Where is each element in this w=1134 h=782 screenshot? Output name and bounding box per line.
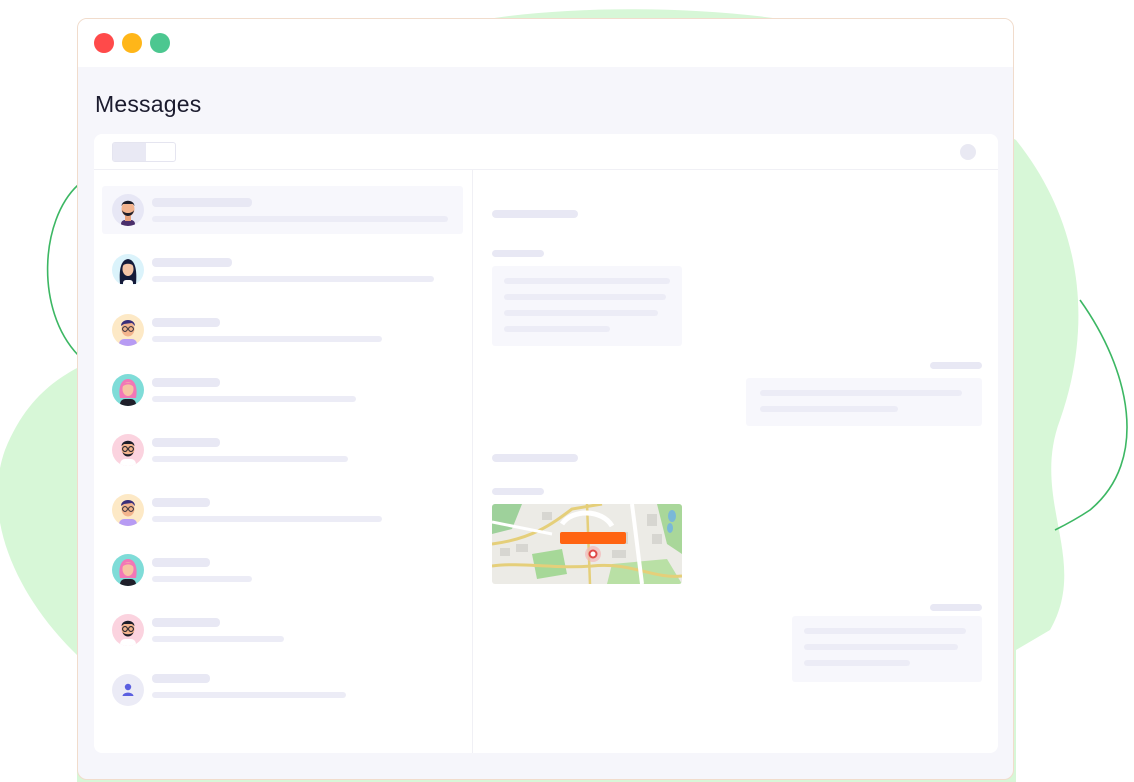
message-line-placeholder — [804, 628, 966, 634]
sender-name-placeholder — [492, 210, 578, 218]
contact-name-placeholder — [152, 674, 210, 683]
contact-name-placeholder — [152, 318, 220, 327]
close-icon[interactable] — [94, 33, 114, 53]
conversation-item[interactable] — [102, 486, 463, 534]
panel-toolbar — [94, 134, 998, 170]
message-preview-placeholder — [152, 396, 356, 402]
message-line-placeholder — [504, 310, 658, 316]
message-line-placeholder — [504, 294, 666, 300]
contact-name-placeholder — [152, 438, 220, 447]
outgoing-message-bubble[interactable] — [792, 616, 982, 682]
conversation-item[interactable] — [102, 606, 463, 654]
conversation-item[interactable] — [102, 426, 463, 474]
app-window: Messages — [77, 18, 1014, 780]
window-titlebar — [78, 19, 1013, 67]
conversation-item[interactable] — [102, 546, 463, 594]
conversation-item[interactable] — [102, 186, 463, 234]
contact-name-placeholder — [152, 618, 220, 627]
man-glasses-purple-avatar — [112, 314, 144, 346]
sender-name-placeholder — [492, 454, 578, 462]
minimize-icon[interactable] — [122, 33, 142, 53]
timestamp-placeholder — [930, 362, 982, 369]
conversation-item[interactable] — [102, 366, 463, 414]
user-placeholder-avatar — [112, 674, 144, 706]
message-preview-placeholder — [152, 692, 346, 698]
man-glasses-beard-avatar — [112, 614, 144, 646]
location-pin-icon — [589, 550, 597, 558]
man-beard-avatar — [112, 194, 144, 226]
man-glasses-purple-avatar — [112, 494, 144, 526]
conversation-item[interactable] — [102, 666, 463, 714]
contact-name-placeholder — [152, 558, 210, 567]
message-preview-placeholder — [152, 636, 284, 642]
message-line-placeholder — [804, 660, 910, 666]
conversation-item[interactable] — [102, 306, 463, 354]
message-preview-placeholder — [152, 576, 252, 582]
contact-name-placeholder — [152, 378, 220, 387]
message-preview-placeholder — [152, 216, 448, 222]
man-glasses-beard-avatar — [112, 434, 144, 466]
messages-panel — [94, 134, 998, 753]
contact-name-placeholder — [152, 198, 252, 207]
timestamp-placeholder — [492, 488, 544, 495]
timestamp-placeholder — [930, 604, 982, 611]
more-options-icon[interactable] — [960, 144, 976, 160]
page-title: Messages — [95, 91, 202, 117]
message-preview-placeholder — [152, 336, 382, 342]
contact-name-placeholder — [152, 498, 210, 507]
woman-pink-hair-avatar — [112, 554, 144, 586]
message-preview-placeholder — [152, 456, 348, 462]
incoming-message-bubble[interactable] — [492, 266, 682, 346]
maximize-icon[interactable] — [150, 33, 170, 53]
chat-pane — [473, 170, 998, 753]
conversation-list — [94, 170, 473, 753]
outgoing-message-bubble[interactable] — [746, 378, 982, 426]
map-image — [492, 504, 682, 584]
location-map-card[interactable] — [492, 504, 682, 584]
location-label-placeholder — [560, 532, 626, 544]
contact-name-placeholder — [152, 258, 232, 267]
message-line-placeholder — [504, 326, 610, 332]
message-line-placeholder — [760, 390, 962, 396]
message-preview-placeholder — [152, 516, 382, 522]
timestamp-placeholder — [492, 250, 544, 257]
message-line-placeholder — [760, 406, 898, 412]
toggle-selected-option[interactable] — [113, 143, 146, 161]
message-line-placeholder — [804, 644, 958, 650]
message-line-placeholder — [504, 278, 670, 284]
view-toggle[interactable] — [112, 142, 176, 162]
message-preview-placeholder — [152, 276, 434, 282]
background-line-left — [46, 184, 79, 356]
woman-dark-hair-avatar — [112, 254, 144, 286]
user-icon — [122, 683, 134, 696]
conversation-item[interactable] — [102, 246, 463, 294]
woman-pink-hair-avatar — [112, 374, 144, 406]
